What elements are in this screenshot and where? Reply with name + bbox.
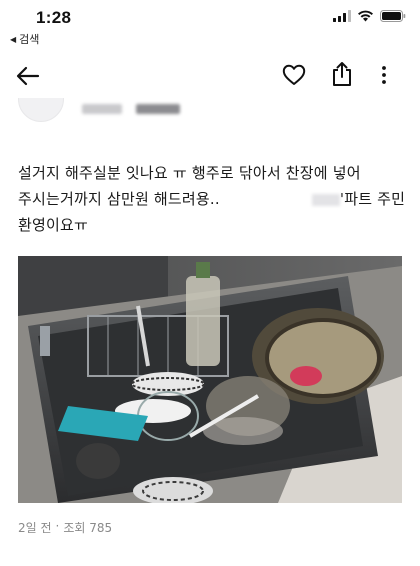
back-triangle-icon: ◀ [10, 34, 17, 44]
wifi-icon [358, 10, 373, 22]
post-photo[interactable] [18, 256, 402, 503]
arrow-left-icon [16, 66, 40, 86]
post-body: 설거지 해주실분 잇나요 ㅠ 행주로 닦아서 찬장에 넣어 주시는거까지 삼만원… [18, 160, 408, 238]
more-button[interactable] [377, 62, 391, 88]
sink-dishes-illustration [18, 256, 402, 503]
back-app-label: 검색 [19, 33, 40, 46]
like-button[interactable] [281, 62, 307, 88]
post-views: 조회 785 [63, 521, 113, 535]
author-row [0, 98, 420, 134]
share-icon [333, 62, 351, 86]
post-time: 2일 전 [18, 521, 52, 535]
meta-separator: · [55, 519, 60, 533]
back-to-app-link[interactable]: ◀ 검색 [10, 31, 39, 47]
status-time: 1:28 [36, 8, 72, 27]
app-bar [0, 54, 420, 98]
share-button[interactable] [329, 60, 355, 88]
post-line-1: 설거지 해주실분 잇나요 ㅠ 행주로 닦아서 찬장에 넣어 [18, 164, 361, 182]
status-icons [333, 10, 406, 22]
redacted-block [311, 193, 340, 206]
signal-icon [333, 10, 351, 22]
heart-icon [282, 64, 306, 85]
avatar[interactable] [18, 98, 64, 122]
post-line-2: 주시는거까지 삼만원 해드려용.. '파트 주민 [18, 186, 408, 212]
post-line-3: 환영이요ㅠ [18, 216, 89, 234]
post-line-2-tail: '파트 주민 [339, 190, 406, 208]
post-meta: 2일 전 · 조회 785 [18, 519, 112, 536]
battery-icon [380, 10, 406, 22]
more-vertical-icon [382, 66, 386, 84]
post-line-2-text: 주시는거까지 삼만원 해드려용.. [18, 190, 220, 208]
back-button[interactable] [14, 63, 42, 89]
status-bar: 1:28 ◀ 검색 [0, 0, 420, 54]
nickname-redacted [82, 104, 122, 114]
location-redacted [136, 104, 180, 114]
